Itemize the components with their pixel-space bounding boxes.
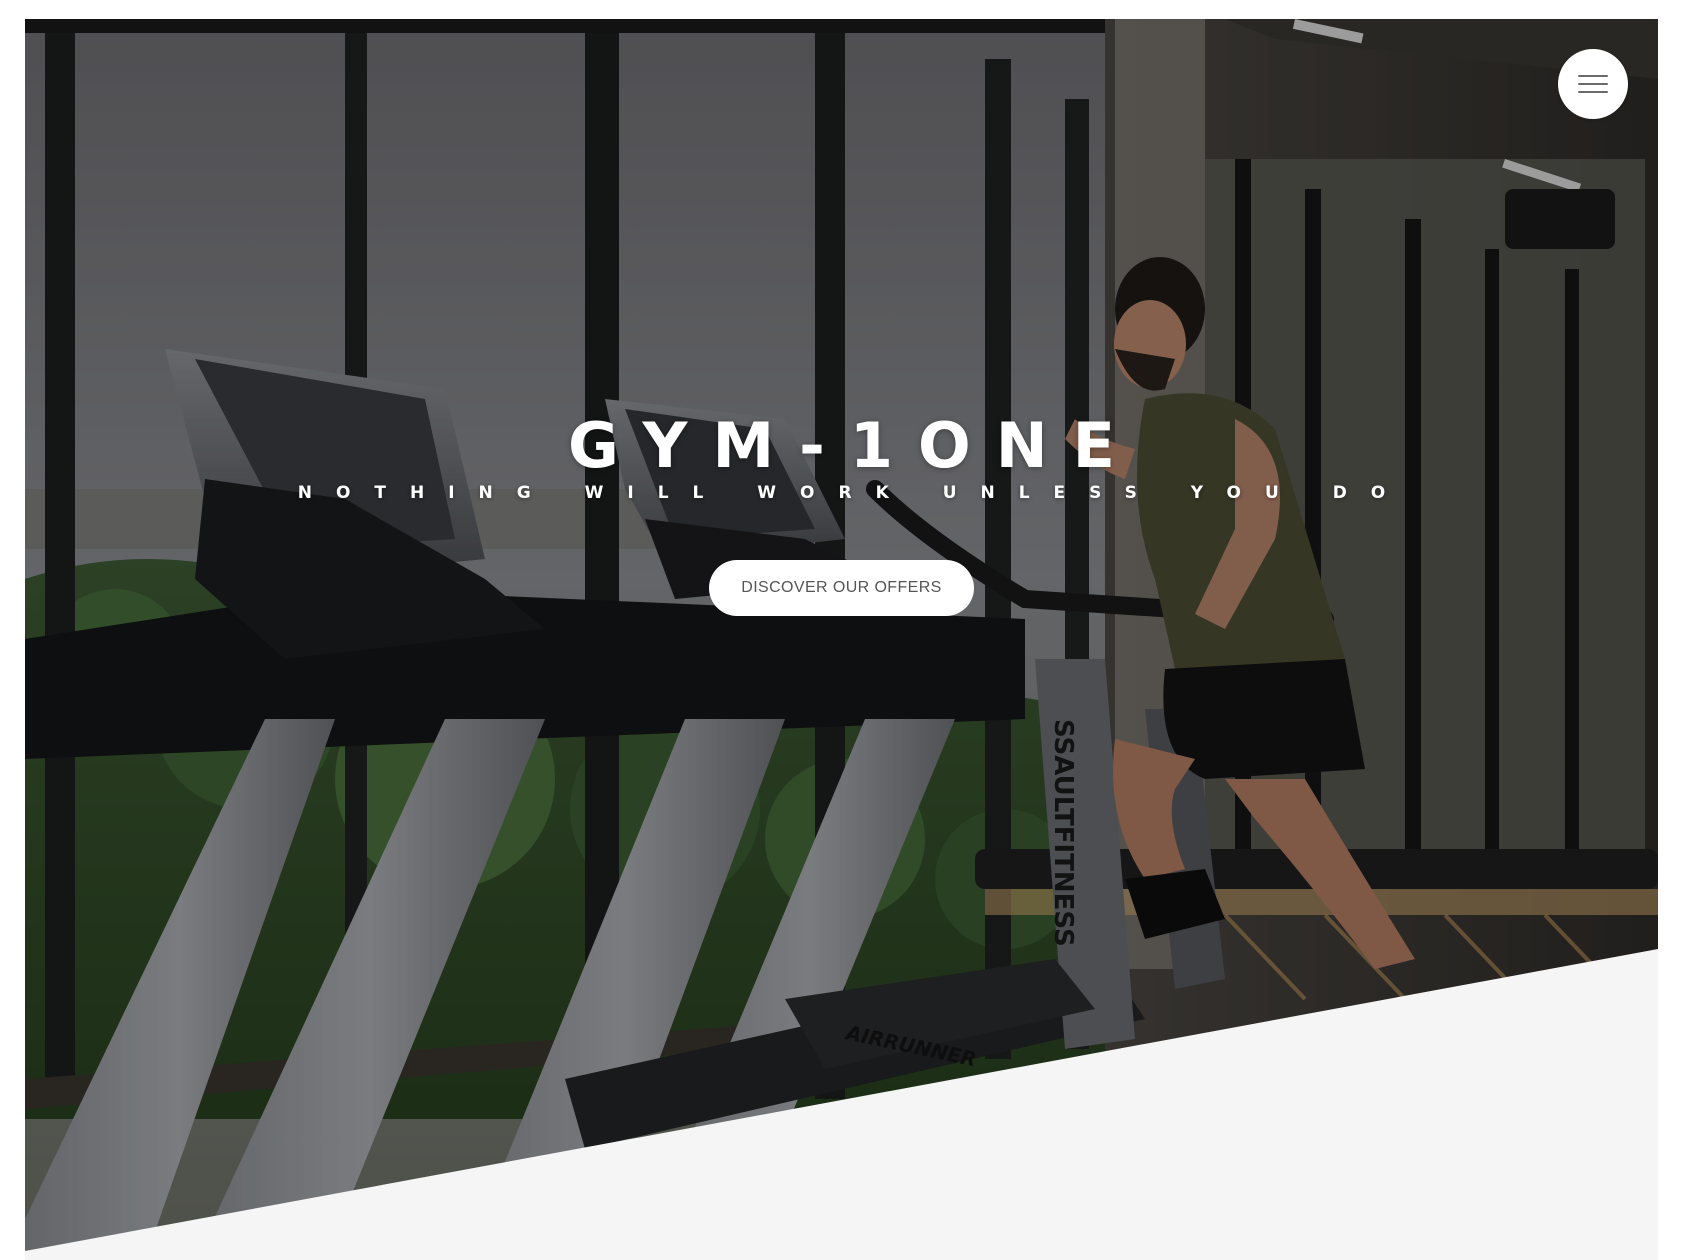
hero-background-image: SSAULTFITNESS AIRRUNNER [25,19,1658,1260]
brand-title: GYM-1ONE [568,409,1140,482]
hamburger-menu-icon [1578,75,1608,93]
menu-button[interactable] [1558,49,1628,119]
svg-text:SSAULTFITNESS: SSAULTFITNESS [1048,719,1078,947]
hamburger-line-top [1578,75,1608,77]
hero-content: GYM-1ONE NOTHING WILL WORK UNLESS YOU DO [25,411,1658,505]
discover-offers-button[interactable]: DISCOVER OUR OFFERS [709,560,974,616]
hamburger-line-middle [1578,83,1608,85]
hero-tagline: NOTHING WILL WORK UNLESS YOU DO [297,483,1410,503]
hero-section: SSAULTFITNESS AIRRUNNER GYM-1ONE NOTHING… [25,19,1658,1260]
hamburger-line-bottom [1578,91,1608,93]
page: SSAULTFITNESS AIRRUNNER GYM-1ONE NOTHING… [0,0,1681,1260]
